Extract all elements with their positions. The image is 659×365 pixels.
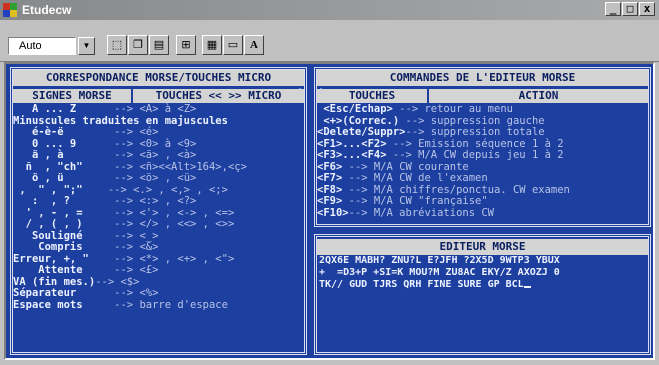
command-action: --> M/A CW "française" [342, 195, 488, 207]
editor-line: + =D3+P +SI=K MOU?M ZU8AC EKY/Z AXOZJ 0 [319, 267, 560, 278]
key-mapping: --> <ö> , <ü> [114, 172, 197, 184]
table-row: <F7> --> M/A CW de l'examen [317, 172, 648, 185]
table-row: <F10> --> M/A abréviations CW [317, 206, 648, 220]
morse-sign: Séparateur [13, 287, 115, 299]
table-row: ö , ü --> <ö> , <ü> [13, 172, 304, 185]
column-header: TOUCHES ACTION [317, 89, 648, 103]
table-row: <Esc/Echap> --> retour au menu [317, 103, 648, 116]
properties-icon[interactable]: ▦ [202, 35, 222, 55]
command-key: <F9> [317, 195, 343, 207]
command-action: --> suppression totale [405, 126, 545, 138]
morse-sign: ä , à [13, 149, 115, 161]
command-action: --> retour au menu [392, 103, 513, 115]
console-area[interactable]: CORRESPONDANCE MORSE/TOUCHES MICRO ▯ SIG… [4, 62, 655, 360]
command-key: <Esc/Echap> [317, 103, 393, 115]
panel-title: COMMANDES DE L'EDITEUR MORSE [317, 70, 648, 86]
table-row: Attente --> <£> [13, 264, 304, 277]
morse-sign: A ... Z [13, 103, 115, 115]
morse-sign: ö , ü [13, 172, 115, 184]
col-signs: SIGNES MORSE [32, 89, 112, 102]
minimize-button[interactable]: _ [605, 2, 621, 16]
window-title: Etudecw [22, 3, 72, 17]
font-size-select[interactable]: Auto [8, 37, 76, 55]
editor-line: 2QX6E MABH? ZNU?L E?JFH ?2X5D 9WTP3 YBUX [319, 255, 560, 266]
key-mapping: --> <:> , <?> [114, 195, 197, 207]
table-row: : , ? --> <:> , <?> [13, 195, 304, 208]
morse-sign: / , ( , ) [13, 218, 115, 230]
mark-icon[interactable]: ⬚ [107, 35, 127, 55]
background-icon[interactable]: ▭ [223, 35, 243, 55]
maximize-button[interactable]: □ [622, 2, 638, 16]
toolbar: Auto ▼ ⬚ ❐ ▤ ⊞ ▦ ▭ A [0, 20, 659, 62]
key-mapping: --> <%> [114, 287, 159, 299]
table-row: é-è-ë --> <é> [13, 126, 304, 139]
panel-title: CORRESPONDANCE MORSE/TOUCHES MICRO [13, 70, 304, 86]
key-mapping: --> <£> [114, 264, 159, 276]
chevron-down-icon[interactable]: ▼ [78, 37, 95, 55]
copy-icon[interactable]: ❐ [128, 35, 148, 55]
scroll-marker-icon: ▯ [297, 86, 302, 94]
command-action: --> M/A CW depuis jeu 1 à 2 [386, 149, 564, 161]
col-action: ACTION [518, 89, 559, 102]
morse-editor-panel[interactable]: EDITEUR MORSE 2QX6E MABH? ZNU?L E?JFH ?2… [314, 234, 651, 355]
column-header: SIGNES MORSE TOUCHES << >> MICRO [13, 89, 304, 103]
title-bar: Etudecw _ □ x [0, 0, 659, 20]
command-key: <Delete/Suppr> [317, 126, 406, 138]
table-row: A ... Z --> <A> à <Z> [13, 103, 304, 116]
key-mapping: --> <é> [114, 126, 159, 138]
col-keys: TOUCHES << >> MICRO [155, 89, 282, 102]
table-row: <F3>...<F4> --> M/A CW depuis jeu 1 à 2 [317, 149, 648, 162]
table-row: Compris --> <&> [13, 241, 304, 254]
morse-sign: Attente [13, 264, 115, 276]
command-action: --> M/A CW de l'examen [342, 172, 488, 184]
morse-keys-panel: CORRESPONDANCE MORSE/TOUCHES MICRO ▯ SIG… [10, 67, 307, 355]
close-button[interactable]: x [639, 2, 655, 16]
table-row: Espace mots --> barre d'espace [13, 298, 304, 312]
command-key: <F7> [317, 172, 343, 184]
text-cursor [523, 286, 531, 288]
editor-line: TK// GUD TJRS QRH FINE SURE GP BCL [319, 279, 646, 291]
command-key: <F10> [317, 206, 349, 219]
morse-sign: é-è-ë [13, 126, 115, 138]
app-icon [3, 2, 18, 18]
table-row: ä , à --> <ä> , <à> [13, 149, 304, 162]
morse-sign: : , ? [13, 195, 115, 207]
table-row: <F9> --> M/A CW "française" [317, 195, 648, 208]
morse-sign: Compris [13, 241, 115, 253]
table-row: <Delete/Suppr> --> suppression totale [317, 126, 648, 139]
key-mapping: --> <ä> , <à> [114, 149, 197, 161]
editor-commands-panel: COMMANDES DE L'EDITEUR MORSE ▯ TOUCHES A… [314, 67, 651, 227]
key-mapping: --> <A> à <Z> [114, 103, 197, 115]
command-key: <F3>...<F4> [317, 149, 387, 161]
key-mapping: --> </> , <<> , <>> [114, 218, 235, 230]
scroll-marker-icon: ▯ [319, 86, 324, 94]
table-row: Séparateur --> <%> [13, 287, 304, 300]
table-row: / , ( , ) --> </> , <<> , <>> [13, 218, 304, 231]
col-keys: TOUCHES [348, 89, 396, 102]
key-mapping: --> <&> [114, 241, 159, 253]
paste-icon[interactable]: ▤ [149, 35, 169, 55]
command-action: --> M/A abréviations CW [348, 206, 495, 219]
key-mapping: --> barre d'espace [114, 298, 228, 311]
font-button[interactable]: A [244, 35, 264, 55]
morse-sign: Espace mots [13, 298, 115, 311]
panel-title: EDITEUR MORSE [317, 239, 648, 255]
fullscreen-icon[interactable]: ⊞ [176, 35, 196, 55]
